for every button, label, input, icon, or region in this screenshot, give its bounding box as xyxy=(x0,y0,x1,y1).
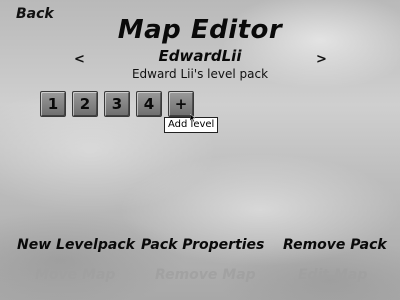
new-levelpack-button[interactable]: New Levelpack xyxy=(17,237,135,253)
edit-map-button[interactable]: Edit Map xyxy=(298,267,367,283)
mouse-cursor-icon xyxy=(190,114,196,122)
next-levelpack-arrow[interactable]: > xyxy=(316,52,327,67)
move-map-button[interactable]: Move Map xyxy=(35,267,115,283)
pack-properties-button[interactable]: Pack Properties xyxy=(141,237,264,253)
remove-pack-button[interactable]: Remove Pack xyxy=(283,237,387,253)
levelpack-description: Edward Lii's level pack xyxy=(131,67,269,81)
level-button-1[interactable]: 1 xyxy=(40,91,66,117)
page-title: Map Editor xyxy=(117,15,283,45)
remove-map-button[interactable]: Remove Map xyxy=(155,267,256,283)
level-button-3[interactable]: 3 xyxy=(104,91,130,117)
level-button-4[interactable]: 4 xyxy=(136,91,162,117)
levelpack-name: EdwardLii xyxy=(158,47,242,65)
level-button-2[interactable]: 2 xyxy=(72,91,98,117)
